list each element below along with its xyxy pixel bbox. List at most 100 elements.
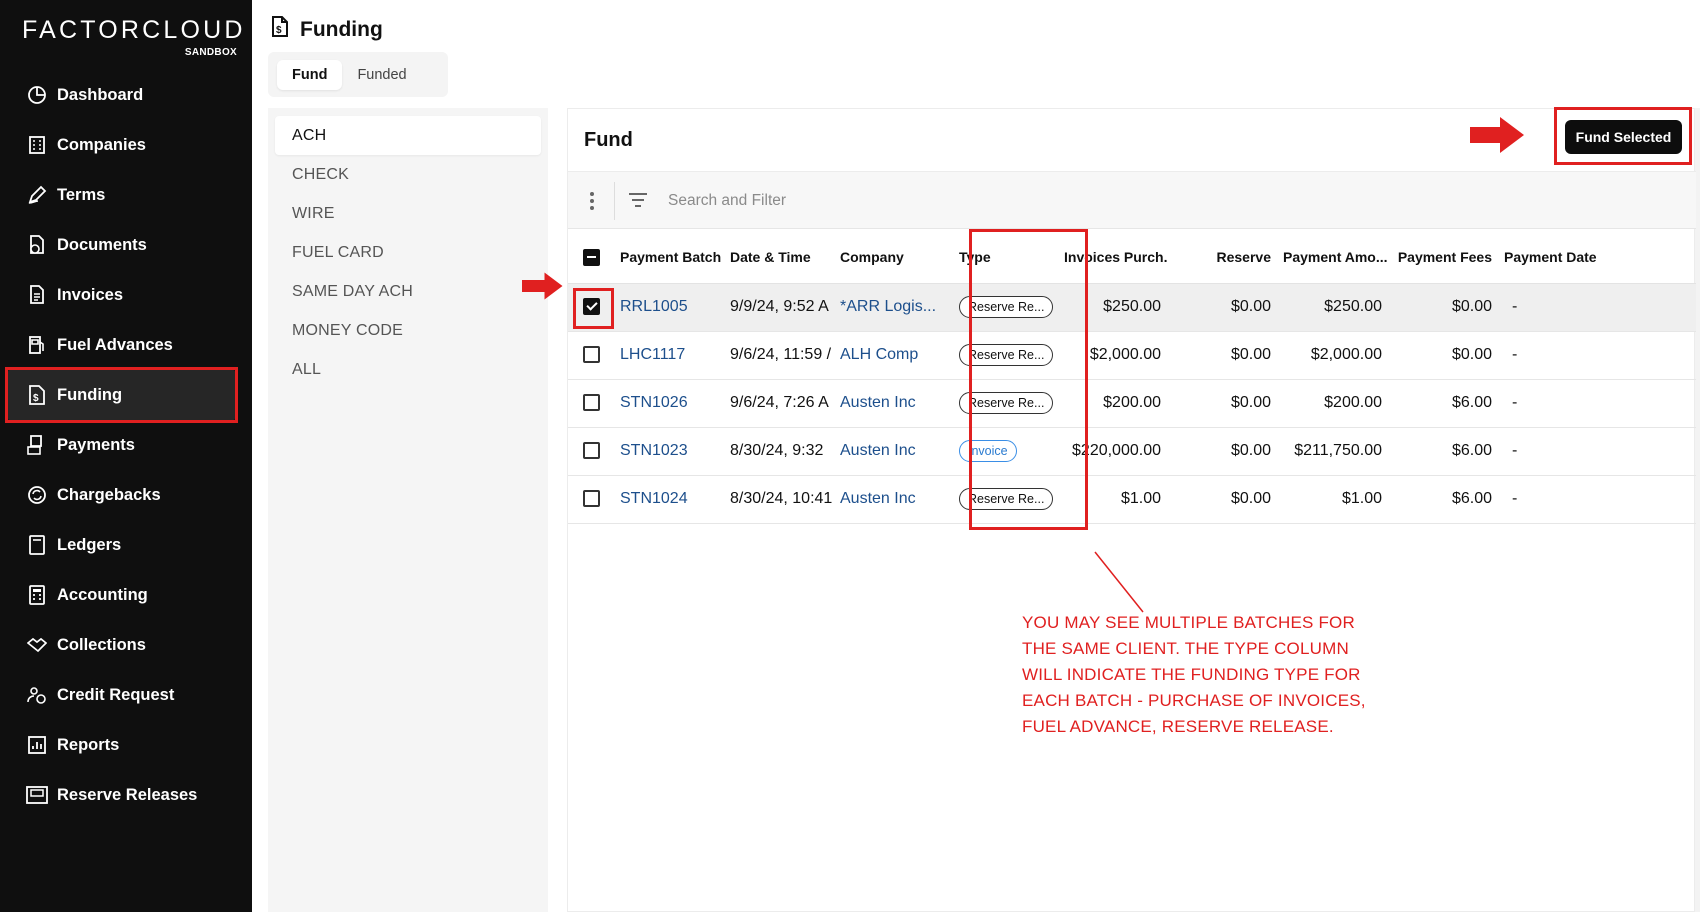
sidebar-item-funding[interactable]: $ Funding: [5, 367, 238, 423]
sidebar-item-companies[interactable]: Companies: [0, 120, 252, 170]
pen-icon: [26, 184, 48, 206]
payment-fees-cell: $0.00: [1388, 331, 1498, 380]
sidebar: FACTORCLOUD SANDBOX Dashboard Companies Te…: [0, 0, 252, 912]
table-toolbar: [568, 171, 1696, 229]
row-checkbox[interactable]: [583, 394, 600, 412]
type-badge: Reserve Re...: [959, 296, 1054, 318]
sidebar-item-invoices[interactable]: Invoices: [0, 270, 252, 320]
table-row[interactable]: LHC1117 9/6/24, 11:59 / ALH Comp Reserve Re…: [568, 331, 1696, 380]
table-row[interactable]: STN1024 8/30/24, 10:41 Austen Inc Reserve R…: [568, 475, 1696, 524]
row-checkbox-wrapper: [573, 288, 614, 329]
dashboard-icon: [26, 84, 48, 106]
select-all-checkbox[interactable]: [583, 248, 600, 266]
table-header-row: Payment Batch Date & Time Company Type I…: [568, 231, 1696, 284]
col-payment-batch[interactable]: Payment Batch: [614, 231, 724, 284]
sidebar-item-collections[interactable]: Collections: [0, 620, 252, 670]
table-row[interactable]: STN1026 9/6/24, 7:26 A Austen Inc Reserve R…: [568, 379, 1696, 428]
arrow-annotation-icon: [522, 272, 563, 300]
sidebar-item-chargebacks[interactable]: Chargebacks: [0, 470, 252, 520]
payments-icon: [26, 434, 48, 456]
method-check[interactable]: CHECK: [275, 155, 541, 194]
tab-fund[interactable]: Fund: [277, 59, 343, 90]
documents-icon: [26, 234, 48, 256]
payment-fees-cell: $0.00: [1388, 283, 1498, 332]
sidebar-item-label: Collections: [57, 635, 146, 654]
sidebar-item-ledgers[interactable]: Ledgers: [0, 520, 252, 570]
payment-batch-link[interactable]: STN1023: [620, 442, 688, 459]
type-badge: Invoice: [959, 440, 1017, 462]
annotation-line: WILL INDICATE THE FUNDING TYPE FOR: [1022, 665, 1361, 684]
invoices-purchased-cell: $1.00: [1058, 475, 1167, 524]
method-fuel-card[interactable]: FUEL CARD: [275, 233, 541, 272]
reports-icon: [26, 734, 48, 756]
company-link[interactable]: Austen Inc: [840, 442, 916, 459]
payment-batch-link[interactable]: STN1026: [620, 394, 688, 411]
company-link[interactable]: Austen Inc: [840, 490, 916, 507]
sidebar-item-reports[interactable]: Reports: [0, 720, 252, 770]
tab-funded[interactable]: Funded: [342, 60, 421, 90]
sidebar-item-dashboard[interactable]: Dashboard: [0, 70, 252, 120]
fund-selected-button[interactable]: Fund Selected: [1565, 120, 1682, 154]
sidebar-item-reserve-releases[interactable]: Reserve Releases: [0, 770, 252, 820]
company-link[interactable]: Austen Inc: [840, 394, 916, 411]
payment-fees-cell: $6.00: [1388, 475, 1498, 524]
payment-amount-cell: $250.00: [1277, 283, 1388, 332]
calculator-icon: [26, 584, 48, 606]
col-payment-fees[interactable]: Payment Fees: [1388, 231, 1498, 284]
company-link[interactable]: ALH Comp: [840, 346, 918, 363]
sidebar-item-label: Fuel Advances: [57, 335, 173, 354]
sidebar-item-terms[interactable]: Terms: [0, 170, 252, 220]
sidebar-item-label: Ledgers: [57, 535, 122, 554]
col-invoices-purchased[interactable]: Invoices Purch...: [1058, 231, 1167, 284]
payment-batch-link[interactable]: RRL1005: [620, 298, 688, 315]
payment-date-cell: -: [1498, 427, 1696, 476]
main-panel: Fund Fund Selected Payment B: [522, 107, 1700, 912]
annotation-note: YOU MAY SEE MULTIPLE BATCHES FOR THE SAME…: [1022, 610, 1402, 740]
search-input[interactable]: [668, 187, 1168, 215]
row-checkbox[interactable]: [583, 346, 600, 364]
page-header: $ Funding: [270, 16, 383, 43]
sidebar-item-label: Credit Request: [57, 685, 175, 704]
sidebar-item-label: Chargebacks: [57, 485, 161, 504]
sidebar-item-fuel-advances[interactable]: Fuel Advances: [0, 320, 252, 370]
method-all[interactable]: ALL: [275, 350, 541, 389]
sidebar-item-credit-request[interactable]: Credit Request: [0, 670, 252, 720]
col-type[interactable]: Type: [943, 231, 1058, 284]
company-link[interactable]: *ARR Logis...: [840, 298, 936, 315]
fund-selected-highlight: Fund Selected: [1554, 107, 1692, 165]
sidebar-item-payments[interactable]: Payments: [0, 420, 252, 470]
col-payment-amount[interactable]: Payment Amo...: [1277, 231, 1388, 284]
reserve-cell: $0.00: [1167, 427, 1277, 476]
sidebar-item-accounting[interactable]: Accounting: [0, 570, 252, 620]
type-badge: Reserve Re...: [959, 344, 1054, 366]
filter-icon[interactable]: [628, 190, 648, 210]
ledger-icon: [26, 534, 48, 556]
method-money-code[interactable]: MONEY CODE: [275, 311, 541, 350]
payment-fees-cell: $6.00: [1388, 379, 1498, 428]
row-checkbox[interactable]: [583, 442, 600, 460]
method-same-day-ach[interactable]: SAME DAY ACH: [275, 272, 541, 311]
payment-batch-link[interactable]: STN1024: [620, 490, 688, 507]
invoices-purchased-cell: $220,000.00: [1058, 427, 1167, 476]
method-ach[interactable]: ACH: [275, 116, 541, 155]
arrow-annotation-icon: [1470, 117, 1524, 153]
payment-batch-link[interactable]: LHC1117: [620, 346, 685, 363]
col-payment-date[interactable]: Payment Date: [1498, 231, 1696, 284]
sidebar-item-documents[interactable]: Documents: [0, 220, 252, 270]
handshake-icon: [26, 634, 48, 656]
col-company[interactable]: Company: [834, 231, 943, 284]
col-reserve[interactable]: Reserve: [1167, 231, 1277, 284]
method-wire[interactable]: WIRE: [275, 194, 541, 233]
more-options-icon[interactable]: [584, 190, 600, 212]
brand-logo[interactable]: FACTORCLOUD SANDBOX: [22, 16, 242, 58]
type-badge: Reserve Re...: [959, 488, 1054, 510]
invoices-purchased-cell: $250.00: [1058, 283, 1167, 332]
payment-amount-cell: $2,000.00: [1277, 331, 1388, 380]
row-checkbox[interactable]: [583, 490, 600, 508]
table-row[interactable]: STN1023 8/30/24, 9:32 Austen Inc Invoice $22…: [568, 427, 1696, 476]
table-row[interactable]: RRL1005 9/9/24, 9:52 A *ARR Logis... Reserv…: [568, 283, 1696, 332]
row-checkbox[interactable]: [583, 298, 600, 316]
chargeback-icon: [26, 484, 48, 506]
col-date-time[interactable]: Date & Time: [724, 231, 834, 284]
building-icon: [26, 134, 48, 156]
